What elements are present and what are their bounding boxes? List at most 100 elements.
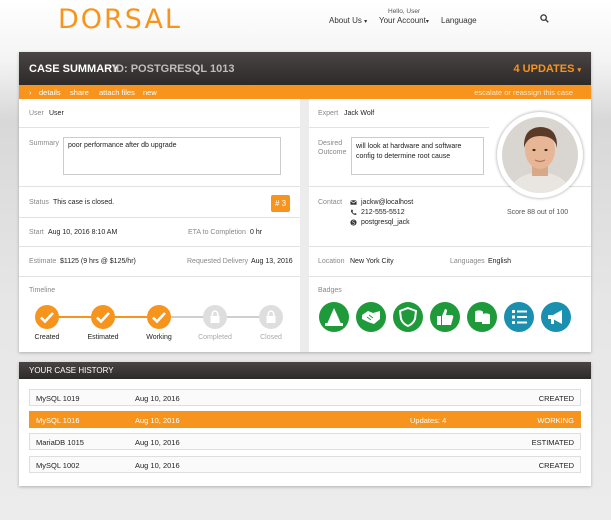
lock-icon	[210, 310, 220, 323]
case-number-badge[interactable]: # 3	[271, 195, 290, 212]
nav-language[interactable]: Language	[441, 16, 477, 25]
history-row[interactable]: MySQL 1016 Aug 10, 2016 Updates: 4 WORKI…	[29, 411, 581, 428]
history-case-status: ESTIMATED	[531, 438, 574, 447]
requested-delivery-label: Requested Delivery	[187, 258, 249, 265]
desired-outcome-label-1: Desired	[318, 140, 343, 147]
nav-your-account[interactable]: Your Account▾	[379, 16, 429, 25]
start-label: Start	[29, 229, 44, 236]
timeline-label-estimated: Estimated	[87, 334, 119, 341]
contact-phone[interactable]: 212-555-5512	[361, 209, 405, 216]
tab-attach-files[interactable]: attach files	[99, 88, 135, 97]
history-row[interactable]: MySQL 1002 Aug 10, 2016 CREATED	[29, 456, 581, 473]
case-history-panel: YOUR CASE HISTORY MySQL 1019 Aug 10, 201…	[19, 362, 591, 486]
desired-outcome-textarea[interactable]: will look at hardware and software confi…	[351, 137, 484, 175]
badge-shield[interactable]	[393, 302, 423, 332]
history-case-date: Aug 10, 2016	[135, 394, 180, 403]
expert-label: Expert	[318, 110, 339, 117]
history-case-status: WORKING	[537, 416, 574, 425]
case-history-title: YOUR CASE HISTORY	[29, 366, 114, 375]
timeline-label-closed: Closed	[260, 334, 282, 341]
history-case-status: CREATED	[538, 394, 574, 403]
check-icon	[152, 312, 166, 324]
divider	[19, 217, 300, 218]
contact-email[interactable]: jackw@localhost	[361, 199, 413, 206]
history-case-name: MySQL 1019	[36, 394, 80, 403]
chevron-right-icon: ›	[29, 88, 32, 97]
dorsal-logo[interactable]: DORSAL	[58, 4, 182, 35]
timeline-step-estimated	[91, 305, 115, 329]
handshake-icon	[362, 311, 380, 324]
status-value: This case is closed.	[53, 199, 115, 206]
expert-value[interactable]: Jack Wolf	[344, 110, 374, 117]
tab-share[interactable]: share	[70, 88, 89, 97]
case-summary-panel: CASE SUMMARY ID: POSTGRESQL 1013 4 UPDAT…	[19, 52, 591, 352]
expert-score: Score 88 out of 100	[507, 209, 569, 216]
timeline-label-working: Working	[146, 334, 172, 341]
history-case-name: MySQL 1016	[36, 416, 80, 425]
timeline-label-completed: Completed	[198, 334, 232, 341]
summary-label: Summary	[29, 140, 59, 147]
start-value: Aug 10, 2016 8:10 AM	[48, 229, 118, 236]
wizard-hat-icon	[325, 308, 343, 326]
top-bar: DORSAL About Us ▾ Hello, User Your Accou…	[0, 0, 611, 50]
timeline-label-created: Created	[34, 334, 60, 341]
badge-wizard[interactable]	[319, 302, 349, 332]
badge-checklist[interactable]	[504, 302, 534, 332]
chevron-down-icon: ▾	[364, 19, 368, 25]
tab-details[interactable]: details	[39, 88, 61, 97]
status-label: Status	[29, 199, 49, 206]
history-row[interactable]: MariaDB 1015 Aug 10, 2016 ESTIMATED	[29, 433, 581, 450]
database-icon	[475, 310, 490, 324]
case-summary-title: CASE SUMMARY	[29, 63, 120, 75]
summary-textarea[interactable]: poor performance after db upgrade	[63, 137, 281, 175]
estimate-label: Estimate	[29, 258, 57, 265]
thumbs-up-icon	[437, 309, 454, 325]
badge-megaphone[interactable]	[541, 302, 571, 332]
badge-handshake[interactable]	[356, 302, 386, 332]
chevron-down-icon: ▾	[425, 19, 429, 25]
divider	[309, 276, 591, 277]
phone-icon	[350, 209, 357, 215]
contact-label: Contact	[318, 199, 343, 206]
badge-database[interactable]	[467, 302, 497, 332]
languages-label: Languages	[450, 258, 485, 265]
chevron-down-icon: ▾	[577, 67, 581, 74]
expert-avatar[interactable]	[497, 112, 583, 198]
badges-label: Badges	[318, 287, 342, 294]
user-value: User	[49, 110, 64, 117]
search-icon[interactable]	[540, 14, 549, 23]
shield-icon	[398, 306, 418, 328]
updates-dropdown[interactable]: 4 UPDATES ▾	[514, 63, 582, 75]
divider	[19, 276, 300, 277]
svg-text:S: S	[352, 220, 355, 226]
history-row[interactable]: MySQL 1019 Aug 10, 2016 CREATED	[29, 389, 581, 406]
nav-about-us[interactable]: About Us ▾	[329, 16, 367, 25]
history-case-date: Aug 10, 2016	[135, 416, 180, 425]
checklist-icon	[512, 310, 527, 324]
badge-thumbs-up[interactable]	[430, 302, 460, 332]
timeline-step-working	[147, 305, 171, 329]
nav-greeting: Hello, User	[388, 8, 421, 15]
estimate-value: $1125 (9 hrs @ $125/hr)	[60, 258, 136, 265]
desired-outcome-label-2: Outcome	[318, 149, 347, 156]
case-action-bar: › details share attach files new escalat…	[19, 85, 591, 99]
history-case-name: MySQL 1002	[36, 461, 80, 470]
languages-value: English	[488, 258, 511, 265]
location-value: New York City	[350, 258, 394, 265]
history-case-name: MariaDB 1015	[36, 438, 84, 447]
divider	[19, 246, 300, 247]
user-label: User	[29, 110, 44, 117]
history-case-updates: Updates: 4	[410, 416, 447, 425]
check-icon	[96, 312, 110, 324]
history-case-date: Aug 10, 2016	[135, 438, 180, 447]
divider	[19, 127, 300, 128]
column-divider	[300, 99, 309, 352]
escalate-link[interactable]: escalate or reassign this case	[474, 88, 573, 97]
timeline-step-completed	[203, 305, 227, 329]
location-label: Location	[318, 258, 345, 265]
divider	[309, 246, 591, 247]
eta-label: ETA to Completion	[188, 229, 246, 236]
tab-new[interactable]: new	[143, 88, 157, 97]
contact-skype[interactable]: postgresql_jack	[361, 219, 410, 226]
lock-icon	[266, 310, 276, 323]
